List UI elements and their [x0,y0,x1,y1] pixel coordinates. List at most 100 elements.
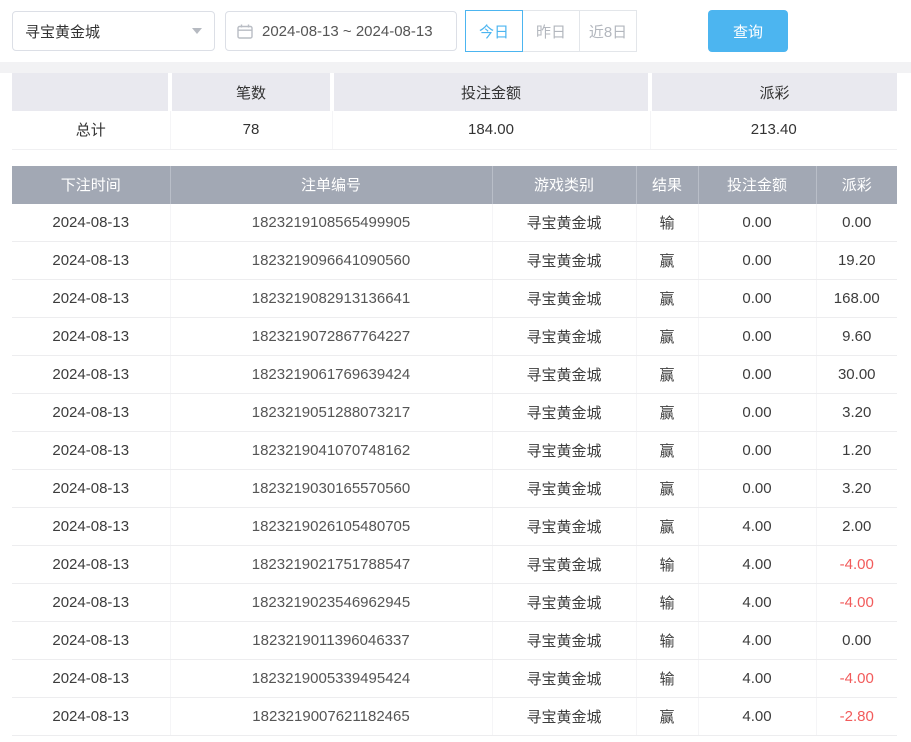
cell-bet-amount: 0.00 [698,356,816,394]
cell-game-type: 寻宝黄金城 [492,318,636,356]
bet-table-body: 2024-08-13 1823219108565499905 寻宝黄金城 输 0… [12,204,897,736]
summary-total-row: 总计 78 184.00 213.40 [12,111,897,149]
cell-payout: -4.00 [816,660,897,698]
cell-game-type: 寻宝黄金城 [492,470,636,508]
cell-result: 输 [636,660,698,698]
col-header-game-type: 游戏类别 [492,166,636,204]
game-select[interactable]: 寻宝黄金城 [12,11,215,51]
cell-result: 赢 [636,698,698,736]
cell-bet-amount: 0.00 [698,318,816,356]
section-divider [0,62,911,73]
cell-result: 输 [636,204,698,242]
cell-order-id: 1823219096641090560 [170,242,492,280]
bet-table: 下注时间 注单编号 游戏类别 结果 投注金额 派彩 2024-08-13 182… [12,166,897,737]
cell-bet-time: 2024-08-13 [12,394,170,432]
cell-result: 输 [636,584,698,622]
cell-result: 赢 [636,280,698,318]
cell-bet-amount: 4.00 [698,622,816,660]
cell-order-id: 1823219030165570560 [170,470,492,508]
cell-order-id: 1823219005339495424 [170,660,492,698]
cell-payout: 0.00 [816,204,897,242]
cell-game-type: 寻宝黄金城 [492,204,636,242]
chevron-down-icon [192,28,202,34]
cell-payout: 168.00 [816,280,897,318]
cell-order-id: 1823219041070748162 [170,432,492,470]
summary-total-bet-amount: 184.00 [332,111,650,149]
table-row: 2024-08-13 1823219061769639424 寻宝黄金城 赢 0… [12,356,897,394]
cell-order-id: 1823219021751788547 [170,546,492,584]
toolbar: 寻宝黄金城 2024-08-13 ~ 2024-08-13 今日 昨日 近8日 … [0,0,911,62]
cell-order-id: 1823219011396046337 [170,622,492,660]
table-row: 2024-08-13 1823219082913136641 寻宝黄金城 赢 0… [12,280,897,318]
table-row: 2024-08-13 1823219108565499905 寻宝黄金城 输 0… [12,204,897,242]
cell-bet-amount: 4.00 [698,584,816,622]
cell-bet-amount: 0.00 [698,280,816,318]
game-select-value: 寻宝黄金城 [25,21,100,42]
bet-table-header-row: 下注时间 注单编号 游戏类别 结果 投注金额 派彩 [12,166,897,204]
cell-game-type: 寻宝黄金城 [492,546,636,584]
cell-bet-amount: 0.00 [698,432,816,470]
table-row: 2024-08-13 1823219096641090560 寻宝黄金城 赢 0… [12,242,897,280]
cell-result: 赢 [636,470,698,508]
quick-button-last-8-days[interactable]: 近8日 [579,10,637,52]
cell-order-id: 1823219108565499905 [170,204,492,242]
cell-result: 赢 [636,394,698,432]
cell-bet-amount: 4.00 [698,660,816,698]
quick-button-today[interactable]: 今日 [465,10,523,52]
cell-game-type: 寻宝黄金城 [492,584,636,622]
summary-header-bet-amount: 投注金额 [332,73,650,111]
cell-order-id: 1823219026105480705 [170,508,492,546]
cell-bet-time: 2024-08-13 [12,584,170,622]
cell-result: 赢 [636,242,698,280]
cell-payout: -4.00 [816,546,897,584]
cell-bet-time: 2024-08-13 [12,660,170,698]
cell-game-type: 寻宝黄金城 [492,508,636,546]
cell-payout: 3.20 [816,470,897,508]
summary-header-row: 笔数 投注金额 派彩 [12,73,897,111]
quick-date-button-group: 今日 昨日 近8日 [465,10,637,52]
cell-payout: 2.00 [816,508,897,546]
cell-bet-time: 2024-08-13 [12,356,170,394]
cell-order-id: 1823219051288073217 [170,394,492,432]
summary-header-payout: 派彩 [650,73,897,111]
cell-bet-time: 2024-08-13 [12,470,170,508]
col-header-order-id: 注单编号 [170,166,492,204]
cell-order-id: 1823219082913136641 [170,280,492,318]
cell-game-type: 寻宝黄金城 [492,356,636,394]
summary-header-count: 笔数 [170,73,332,111]
search-button[interactable]: 查询 [708,10,788,52]
cell-bet-time: 2024-08-13 [12,508,170,546]
cell-result: 赢 [636,356,698,394]
table-row: 2024-08-13 1823219005339495424 寻宝黄金城 输 4… [12,660,897,698]
table-row: 2024-08-13 1823219030165570560 寻宝黄金城 赢 0… [12,470,897,508]
cell-order-id: 1823219023546962945 [170,584,492,622]
cell-payout: 19.20 [816,242,897,280]
cell-order-id: 1823219007621182465 [170,698,492,736]
table-row: 2024-08-13 1823219051288073217 寻宝黄金城 赢 0… [12,394,897,432]
cell-bet-amount: 0.00 [698,242,816,280]
cell-bet-amount: 4.00 [698,508,816,546]
cell-bet-time: 2024-08-13 [12,698,170,736]
col-header-payout: 派彩 [816,166,897,204]
cell-result: 输 [636,546,698,584]
col-header-result: 结果 [636,166,698,204]
cell-payout: 1.20 [816,432,897,470]
summary-total-label: 总计 [12,111,170,149]
cell-game-type: 寻宝黄金城 [492,622,636,660]
cell-bet-amount: 0.00 [698,394,816,432]
cell-result: 输 [636,622,698,660]
cell-bet-time: 2024-08-13 [12,318,170,356]
cell-bet-time: 2024-08-13 [12,280,170,318]
date-range-value: 2024-08-13 ~ 2024-08-13 [262,23,433,40]
table-row: 2024-08-13 1823219007621182465 寻宝黄金城 赢 4… [12,698,897,736]
cell-bet-amount: 0.00 [698,470,816,508]
cell-bet-amount: 4.00 [698,698,816,736]
cell-payout: -2.80 [816,698,897,736]
table-row: 2024-08-13 1823219021751788547 寻宝黄金城 输 4… [12,546,897,584]
cell-bet-time: 2024-08-13 [12,204,170,242]
table-row: 2024-08-13 1823219011396046337 寻宝黄金城 输 4… [12,622,897,660]
col-header-bet-time: 下注时间 [12,166,170,204]
cell-game-type: 寻宝黄金城 [492,280,636,318]
quick-button-yesterday[interactable]: 昨日 [522,10,580,52]
date-range-input[interactable]: 2024-08-13 ~ 2024-08-13 [225,11,457,51]
